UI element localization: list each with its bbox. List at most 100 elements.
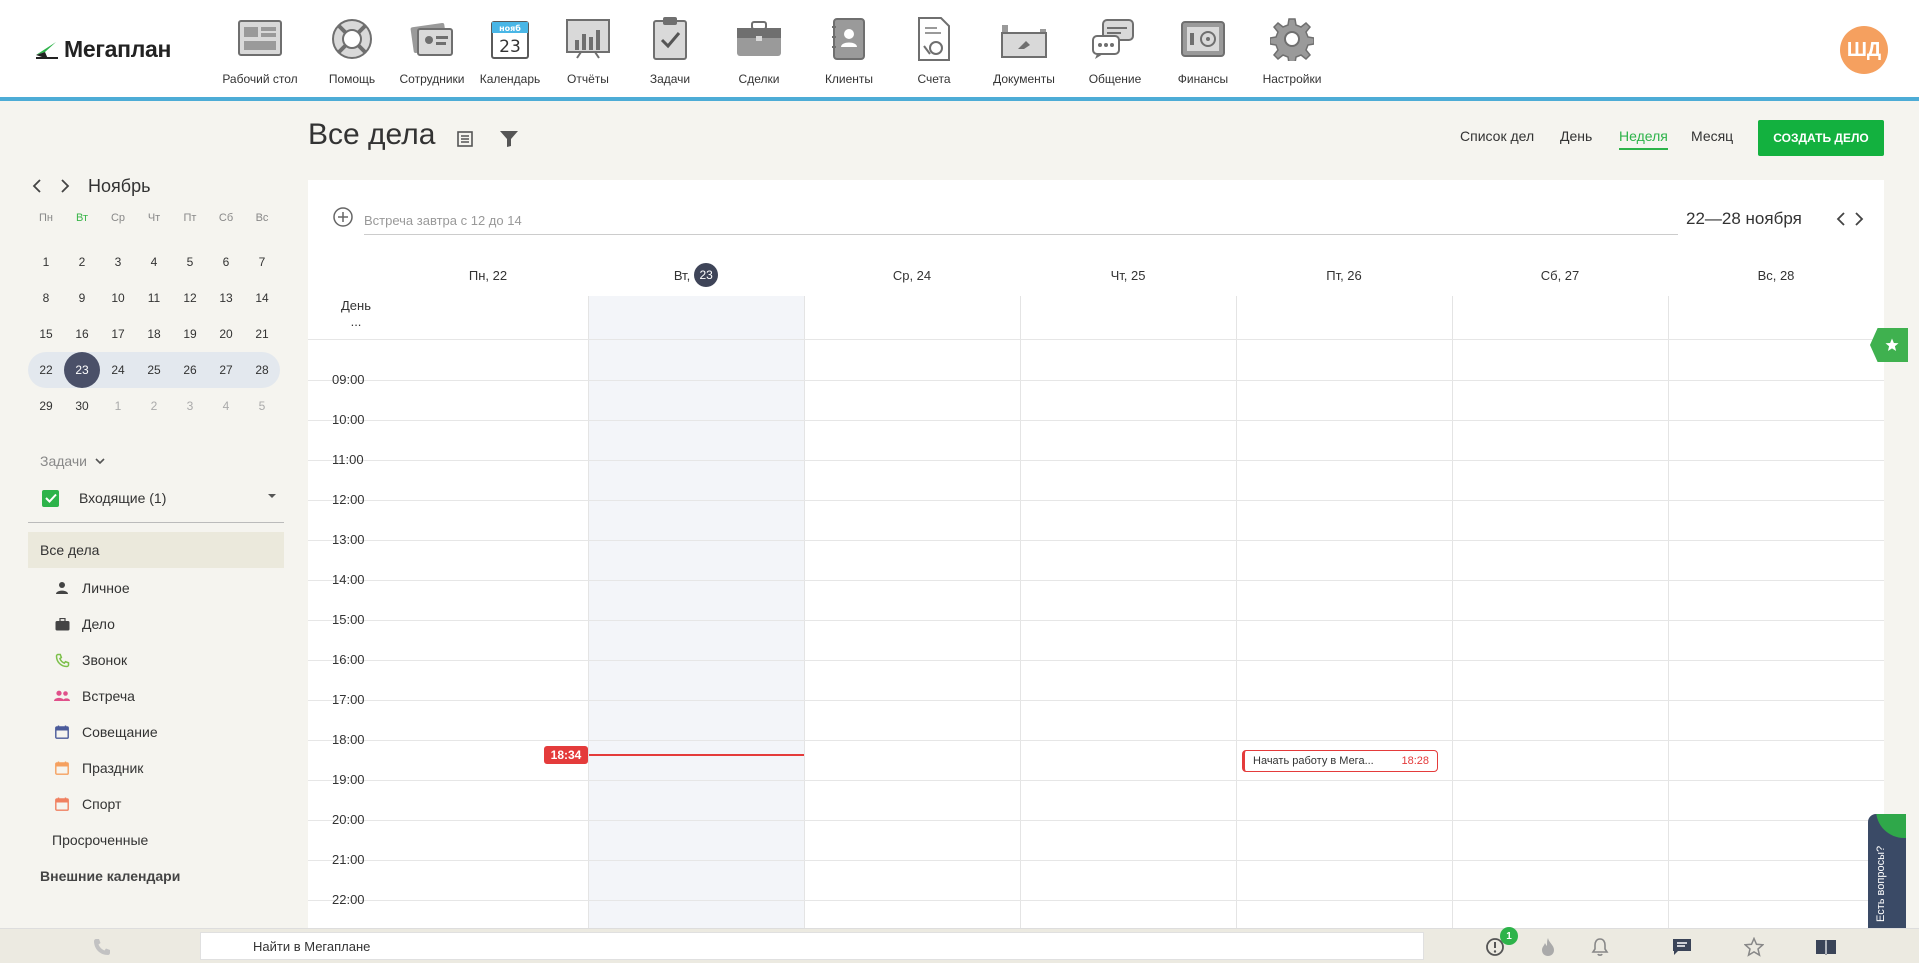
next-week-icon[interactable]: [1850, 210, 1868, 228]
category-list: Личное Дело Звонок Встреча Совещание Пра…: [28, 570, 284, 822]
mini-day[interactable]: 24: [100, 352, 136, 388]
mini-day[interactable]: 8: [28, 280, 64, 316]
sidebar-category-item[interactable]: Звонок: [28, 642, 284, 678]
mini-day[interactable]: 7: [244, 244, 280, 280]
help-tab[interactable]: Есть вопросы?: [1868, 814, 1906, 938]
sidebar-category-item[interactable]: Праздник: [28, 750, 284, 786]
phone-icon[interactable]: [92, 937, 112, 957]
favorites-tab[interactable]: [1870, 328, 1908, 362]
prev-week-icon[interactable]: [1832, 210, 1850, 228]
nav-item-8[interactable]: Клиенты: [806, 14, 892, 86]
nav-item-3[interactable]: Сотрудники: [392, 14, 472, 86]
mini-day[interactable]: 2: [64, 244, 100, 280]
calendar-event[interactable]: Начать работу в Мега... 18:28: [1242, 750, 1438, 772]
view-list[interactable]: Список дел: [1460, 128, 1534, 144]
nav-label: Настройки: [1262, 72, 1322, 86]
mini-day[interactable]: 3: [100, 244, 136, 280]
next-month-icon[interactable]: [56, 177, 74, 195]
mini-day[interactable]: 1: [100, 388, 136, 424]
mini-day[interactable]: 15: [28, 316, 64, 352]
day-header[interactable]: Пн, 22: [380, 264, 596, 286]
nav-item-10[interactable]: Документы: [976, 14, 1072, 86]
mini-day-number: 1: [42, 255, 50, 269]
mini-day[interactable]: 6: [208, 244, 244, 280]
nav-item-4[interactable]: нояб 23 Календарь: [472, 14, 548, 86]
mini-day[interactable]: 5: [172, 244, 208, 280]
book-icon[interactable]: [1815, 936, 1837, 958]
sidebar-category-item[interactable]: Личное: [28, 570, 284, 606]
mini-day[interactable]: 28: [244, 352, 280, 388]
mini-day[interactable]: 1: [28, 244, 64, 280]
global-search-input[interactable]: Найти в Мегаплане: [200, 932, 1424, 960]
user-avatar[interactable]: ШД: [1840, 26, 1888, 74]
nav-item-12[interactable]: Финансы: [1158, 14, 1248, 86]
fire-icon[interactable]: [1537, 936, 1559, 958]
mini-day[interactable]: 29: [28, 388, 64, 424]
day-header[interactable]: Сб, 27: [1452, 264, 1668, 286]
day-header[interactable]: Пт, 26: [1236, 264, 1452, 286]
inbox-filter[interactable]: Входящие (1): [28, 486, 284, 510]
nav-item-13[interactable]: Настройки: [1248, 14, 1336, 86]
mini-day[interactable]: 22: [28, 352, 64, 388]
logo[interactable]: Мегаплан: [34, 36, 171, 63]
mini-day[interactable]: 21: [244, 316, 280, 352]
mini-day-today[interactable]: 23: [64, 352, 100, 388]
mini-day[interactable]: 4: [208, 388, 244, 424]
mini-day[interactable]: 20: [208, 316, 244, 352]
mini-day[interactable]: 17: [100, 316, 136, 352]
nav-item-11[interactable]: Общение: [1072, 14, 1158, 86]
mini-day[interactable]: 3: [172, 388, 208, 424]
allday-more[interactable]: ...: [332, 314, 380, 330]
sidebar-category-item[interactable]: Спорт: [28, 786, 284, 822]
nav-item-2[interactable]: Помощь: [312, 14, 392, 86]
sidebar-item-external-calendars[interactable]: Внешние календари: [28, 858, 284, 894]
nav-item-5[interactable]: Отчёты: [548, 14, 628, 86]
mini-day[interactable]: 30: [64, 388, 100, 424]
mini-day[interactable]: 25: [136, 352, 172, 388]
mini-day[interactable]: 12: [172, 280, 208, 316]
mini-day[interactable]: 2: [136, 388, 172, 424]
week-grid[interactable]: День ... 18:34 Начать работу в Мега... 1…: [308, 296, 1884, 938]
mini-day[interactable]: 13: [208, 280, 244, 316]
nav-item-1[interactable]: Рабочий стол: [208, 14, 312, 86]
star-outline-icon[interactable]: [1743, 936, 1765, 958]
quick-add-input[interactable]: [364, 207, 1678, 235]
mini-day[interactable]: 14: [244, 280, 280, 316]
nav-item-9[interactable]: Счета: [892, 14, 976, 86]
view-day[interactable]: День: [1560, 128, 1592, 144]
tasks-section-toggle[interactable]: Задачи: [28, 450, 284, 472]
sidebar-item-all-deals[interactable]: Все дела: [28, 532, 284, 568]
mini-day[interactable]: 19: [172, 316, 208, 352]
sidebar-category-item[interactable]: Совещание: [28, 714, 284, 750]
mini-day[interactable]: 26: [172, 352, 208, 388]
messages-icon[interactable]: [1671, 936, 1693, 958]
mini-day[interactable]: 16: [64, 316, 100, 352]
create-deal-button[interactable]: СОЗДАТЬ ДЕЛО: [1758, 120, 1884, 156]
mini-day[interactable]: 4: [136, 244, 172, 280]
day-header[interactable]: Чт, 25: [1020, 264, 1236, 286]
mini-day[interactable]: 9: [64, 280, 100, 316]
mini-day[interactable]: 27: [208, 352, 244, 388]
nav-item-6[interactable]: Задачи: [628, 14, 712, 86]
day-header[interactable]: Ср, 24: [804, 264, 1020, 286]
inbox-checkbox[interactable]: [42, 489, 59, 507]
add-circle-icon[interactable]: [332, 206, 354, 228]
sidebar-item-overdue[interactable]: Просроченные: [28, 822, 284, 858]
list-view-icon[interactable]: [454, 128, 476, 150]
mini-day[interactable]: 10: [100, 280, 136, 316]
sidebar-category-item[interactable]: Дело: [28, 606, 284, 642]
prev-month-icon[interactable]: [28, 177, 46, 195]
caret-down-icon[interactable]: [268, 494, 276, 498]
filter-icon[interactable]: [498, 128, 520, 150]
sidebar-category-item[interactable]: Встреча: [28, 678, 284, 714]
day-header-today[interactable]: Вт, 23: [588, 263, 804, 287]
nav-item-7[interactable]: Сделки: [712, 14, 806, 86]
view-month[interactable]: Месяц: [1691, 128, 1733, 144]
mini-day[interactable]: 18: [136, 316, 172, 352]
mini-day[interactable]: 11: [136, 280, 172, 316]
mini-day[interactable]: 5: [244, 388, 280, 424]
day-header[interactable]: Вс, 28: [1668, 264, 1884, 286]
view-week[interactable]: Неделя: [1619, 128, 1668, 150]
bell-icon[interactable]: [1589, 936, 1611, 958]
weekday-label: Вт: [75, 212, 88, 224]
